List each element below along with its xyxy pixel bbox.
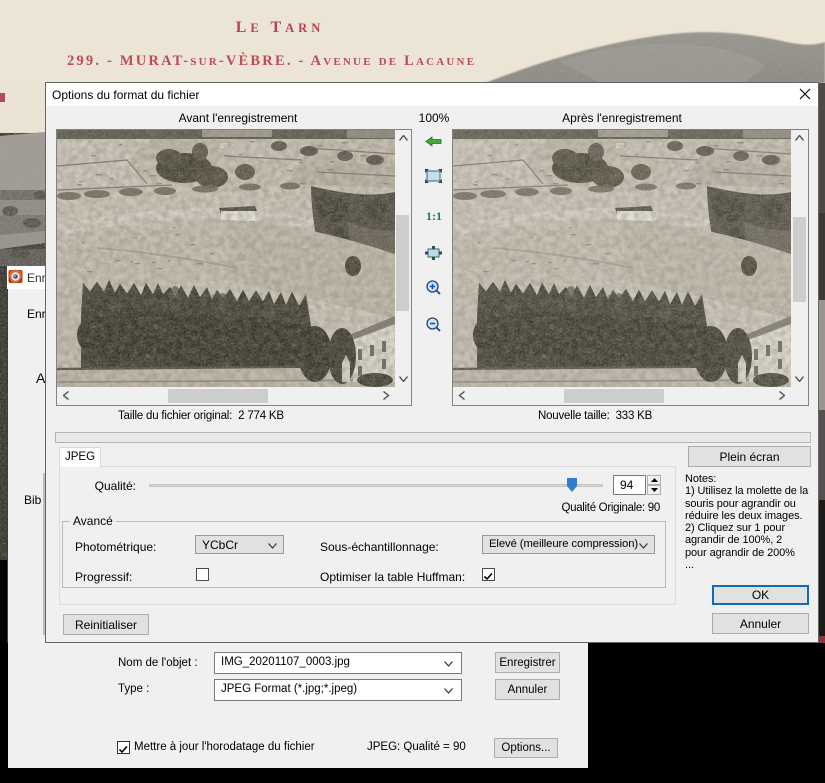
svg-text:1:1: 1:1 (426, 209, 442, 223)
